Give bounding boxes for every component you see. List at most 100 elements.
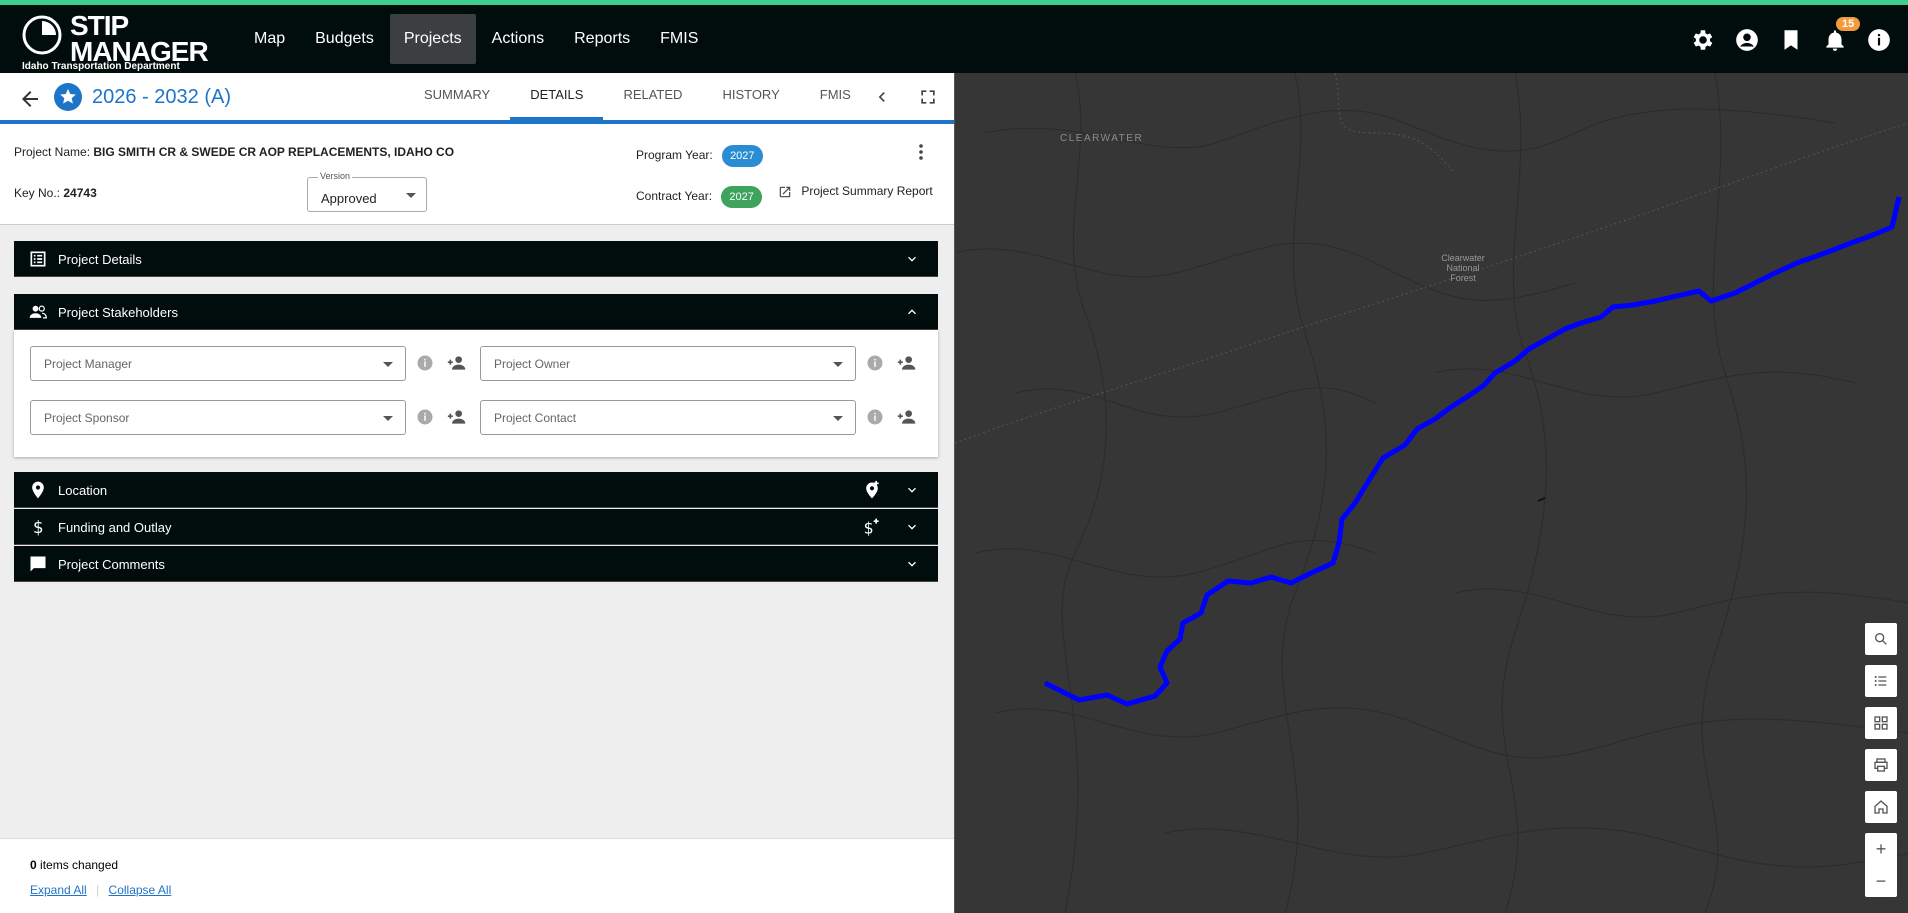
- collapse-all-link[interactable]: Collapse All: [109, 883, 172, 897]
- panel-project-details[interactable]: Project Details: [14, 241, 938, 277]
- back-arrow-icon[interactable]: [18, 87, 42, 111]
- stakeholders-body: Project Manager Project Owner Project Sp…: [14, 330, 938, 457]
- map-label-forest-line-1: Clearwater: [1441, 253, 1485, 263]
- nav-map[interactable]: Map: [240, 14, 299, 64]
- svg-text:$: $: [864, 519, 874, 537]
- nav-projects[interactable]: Projects: [389, 14, 476, 64]
- contract-year: Contract Year: 2027: [636, 186, 762, 208]
- project-sponsor-select[interactable]: Project Sponsor: [30, 400, 406, 435]
- county-boundary-line: [955, 122, 1908, 444]
- tab-history[interactable]: HISTORY: [702, 73, 799, 120]
- dollar-icon: $: [33, 518, 44, 537]
- map-label-forest-line-3: Forest: [1450, 273, 1476, 283]
- changes-footer: 0 items changed Expand All | Collapse Al…: [0, 838, 954, 913]
- panel-location[interactable]: Location: [14, 472, 938, 508]
- map-label-region: CLEARWATER: [1060, 133, 1144, 144]
- nav-budgets[interactable]: Budgets: [301, 14, 388, 64]
- panel-funding-outlay[interactable]: $ Funding and Outlay $: [14, 509, 938, 545]
- notifications[interactable]: 15: [1822, 17, 1861, 53]
- comment-icon: [30, 556, 46, 572]
- search-icon: [1875, 633, 1887, 645]
- project-manager-placeholder: Project Manager: [44, 357, 133, 371]
- program-year-label: Program Year:: [636, 148, 713, 163]
- border-line: [1334, 73, 1456, 174]
- map-print-button[interactable]: [1865, 749, 1897, 781]
- program-year: Program Year: 2027: [636, 145, 763, 167]
- map-home-button[interactable]: [1865, 791, 1897, 823]
- detail-tabs: SUMMARY DETAILS RELATED HISTORY FMIS: [404, 73, 871, 120]
- info-icon[interactable]: [416, 408, 434, 426]
- map-canvas: [955, 73, 1908, 913]
- expand-collapse-links: Expand All | Collapse All: [30, 883, 171, 897]
- map-zoom-controls: + −: [1865, 833, 1897, 897]
- version-select[interactable]: Version Approved: [307, 171, 427, 212]
- tab-fmis[interactable]: FMIS: [800, 73, 871, 120]
- items-changed: 0 items changed: [30, 858, 118, 872]
- caret-down-icon: [833, 362, 843, 367]
- nav-reports[interactable]: Reports: [560, 14, 644, 64]
- map-layers-list-button[interactable]: [1865, 665, 1897, 697]
- location-pin-icon: [32, 481, 44, 499]
- contract-year-badge: 2027: [721, 186, 762, 208]
- expand-more-icon: [908, 561, 916, 567]
- person-add-icon[interactable]: [446, 407, 468, 427]
- program-year-badge: 2027: [722, 145, 763, 167]
- bookmark-icon[interactable]: [1778, 27, 1804, 53]
- project-owner-select[interactable]: Project Owner: [480, 346, 856, 381]
- expand-more-icon: [908, 524, 916, 530]
- person-add-icon[interactable]: [896, 353, 918, 373]
- panel-project-stakeholders[interactable]: Project Stakeholders: [14, 294, 938, 330]
- home-icon: [1874, 800, 1888, 814]
- map-search-button[interactable]: [1865, 623, 1897, 655]
- list-alt-icon: [30, 251, 46, 267]
- people-icon: [29, 305, 47, 319]
- nav-fmis[interactable]: FMIS: [646, 14, 712, 64]
- version-value: Approved: [321, 191, 377, 206]
- project-info: Project Name: BIG SMITH CR & SWEDE CR AO…: [0, 124, 954, 225]
- map-view[interactable]: CLEARWATER Clearwater National Forest + …: [954, 73, 1908, 913]
- program-title: 2026 - 2032 (A): [92, 86, 231, 108]
- chevron-left-icon[interactable]: [872, 87, 892, 107]
- items-changed-count: 0: [30, 858, 37, 872]
- print-icon: [1874, 758, 1888, 772]
- zoom-out-button[interactable]: −: [1876, 865, 1887, 897]
- key-number-value: 24743: [63, 186, 97, 200]
- tab-details[interactable]: DETAILS: [510, 73, 604, 120]
- expand-all-link[interactable]: Expand All: [30, 883, 87, 897]
- project-manager-select[interactable]: Project Manager: [30, 346, 406, 381]
- map-feature: [1537, 497, 1546, 502]
- tab-summary[interactable]: SUMMARY: [404, 73, 510, 120]
- info-icon[interactable]: [866, 408, 884, 426]
- project-name-label: Project Name:: [14, 145, 91, 159]
- gear-icon[interactable]: [1690, 27, 1716, 53]
- project-contact-select[interactable]: Project Contact: [480, 400, 856, 435]
- logo-wordmark: STIP MANAGER: [70, 12, 209, 66]
- zoom-in-button[interactable]: +: [1876, 833, 1887, 865]
- top-icon-group: 15: [1690, 17, 1892, 53]
- info-icon[interactable]: [416, 354, 434, 372]
- account-icon[interactable]: [1734, 27, 1760, 53]
- panel-project-stakeholders-label: Project Stakeholders: [58, 305, 178, 320]
- map-basemap-button[interactable]: [1865, 707, 1897, 739]
- add-funding-icon[interactable]: $: [862, 517, 882, 537]
- fullscreen-icon[interactable]: [918, 87, 938, 107]
- project-name: Project Name: BIG SMITH CR & SWEDE CR AO…: [14, 145, 454, 159]
- more-vert-icon[interactable]: [914, 142, 928, 162]
- key-number: Key No.: 24743: [14, 186, 97, 200]
- add-location-icon[interactable]: [862, 480, 882, 500]
- favorite-star-icon[interactable]: [54, 83, 82, 111]
- terrain-boundaries: [955, 73, 1908, 913]
- project-summary-report-link[interactable]: Project Summary Report: [778, 184, 933, 199]
- panel-project-details-label: Project Details: [58, 252, 142, 267]
- person-add-icon[interactable]: [896, 407, 918, 427]
- nav-actions[interactable]: Actions: [478, 14, 558, 64]
- person-add-icon[interactable]: [446, 353, 468, 373]
- tab-related[interactable]: RELATED: [603, 73, 702, 120]
- panel-project-comments[interactable]: Project Comments: [14, 546, 938, 582]
- stip-manager-logo[interactable]: STIP MANAGER Idaho Transportation Depart…: [22, 11, 209, 73]
- link-separator: |: [96, 883, 100, 897]
- info-icon[interactable]: [866, 354, 884, 372]
- panel-location-label: Location: [58, 483, 108, 498]
- project-name-value: BIG SMITH CR & SWEDE CR AOP REPLACEMENTS…: [93, 145, 455, 159]
- info-icon[interactable]: [1866, 27, 1892, 53]
